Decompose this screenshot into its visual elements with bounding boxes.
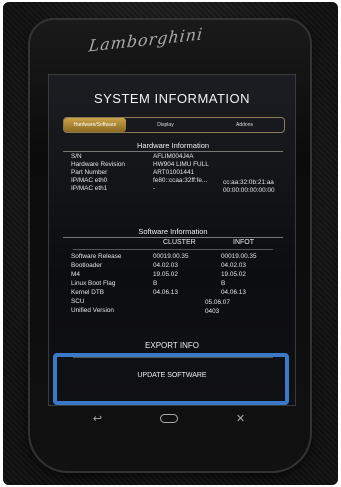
sw-cluster: B (153, 280, 158, 287)
sw-label: M4 (71, 271, 80, 278)
close-icon[interactable]: ✕ (236, 412, 245, 425)
sw-label: SCU (71, 298, 85, 305)
update-software-highlight (53, 353, 289, 405)
hw-value: ART01001441 (153, 169, 195, 176)
sw-cluster: 00019.00.35 (153, 253, 189, 260)
tab-hardware-software[interactable]: Hardware/Software (64, 118, 126, 132)
sw-infot: 04.02.03 (221, 262, 246, 269)
hw-label: IP/MAC eth0 (71, 177, 108, 184)
col-infot: INFOT (233, 239, 254, 246)
tab-display[interactable]: Display (126, 122, 205, 128)
hw-label: S/N (71, 153, 82, 160)
tab-bar: Hardware/Software Display Addons (63, 117, 285, 133)
sw-cluster: 04.06.13 (153, 289, 178, 296)
hardware-heading: Hardware Information (63, 141, 283, 152)
divider (73, 249, 273, 250)
hw-extra: cc:aa:32:0b:21:aa (223, 179, 274, 186)
sw-label: Unified Version (71, 307, 114, 314)
export-info-button[interactable]: EXPORT INFO (49, 341, 295, 350)
sw-infot: 04.06.13 (221, 289, 246, 296)
sw-label: Linux Boot Flag (71, 280, 116, 287)
back-icon[interactable]: ↩ (93, 412, 102, 425)
sw-cluster: 19.05.02 (153, 271, 178, 278)
hw-value: - (153, 185, 156, 192)
home-icon[interactable] (159, 413, 178, 423)
sw-infot: B (221, 280, 226, 287)
software-heading: Software Information (63, 227, 283, 238)
hw-extra: 00:00:00:00:00:00 (223, 187, 275, 194)
tab-addons[interactable]: Addons (205, 122, 284, 128)
sw-label: Software Release (71, 253, 122, 260)
hw-label: IP/MAC eth1 (71, 185, 108, 192)
nav-bar: ↩ ✕ (64, 408, 274, 428)
page-title: SYSTEM INFORMATION (93, 91, 251, 106)
sw-infot: 00019.00.35 (221, 253, 257, 260)
sw-label: Bootloader (71, 262, 102, 269)
col-cluster: CLUSTER (163, 239, 196, 246)
hw-label: Hardware Revision (71, 161, 125, 168)
sw-infot: 19.05.02 (221, 271, 246, 278)
sw-label: Kernel DTB (71, 289, 105, 296)
sw-infot: 0403 (205, 308, 220, 315)
hw-value: fe80::ccaa:32ff:fe... (153, 177, 208, 184)
sw-cluster: 04.02.03 (153, 262, 178, 269)
hw-value: HW904 LIMU FULL (153, 161, 209, 168)
hw-label: Part Number (71, 169, 108, 176)
hw-value: AFLIM004J4A (153, 153, 194, 160)
sw-infot: 05.06.07 (205, 299, 230, 306)
